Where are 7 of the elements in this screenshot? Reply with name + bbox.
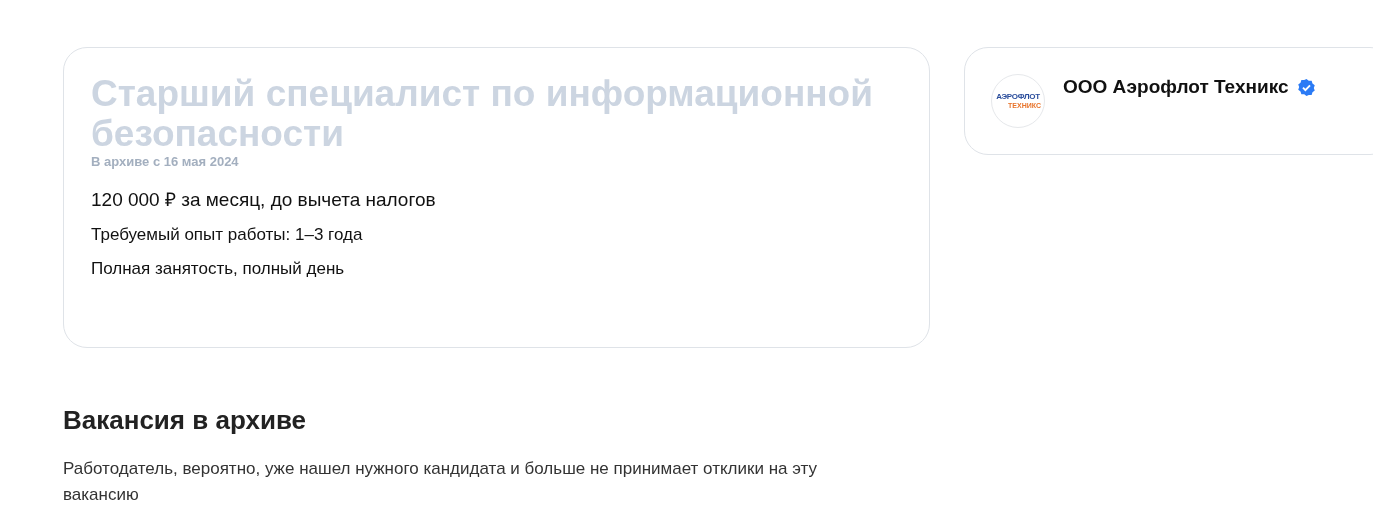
experience-text: Требуемый опыт работы: 1–3 года bbox=[91, 224, 364, 246]
employment-text: Полная занятость, полный день bbox=[91, 258, 346, 280]
section-heading: Вакансия в архиве bbox=[63, 404, 307, 436]
company-name[interactable]: ООО Аэрофлот Техникс bbox=[1063, 76, 1289, 98]
archive-date: В архиве с 16 мая 2024 bbox=[91, 154, 240, 170]
archive-description: Работодатель, вероятно, уже нашел нужного кандидата и больше не принимает отклики на эту вакансию bbox=[63, 458, 818, 506]
salary-text: 120 000 ₽ за месяц, до вычета налогов bbox=[91, 188, 437, 212]
